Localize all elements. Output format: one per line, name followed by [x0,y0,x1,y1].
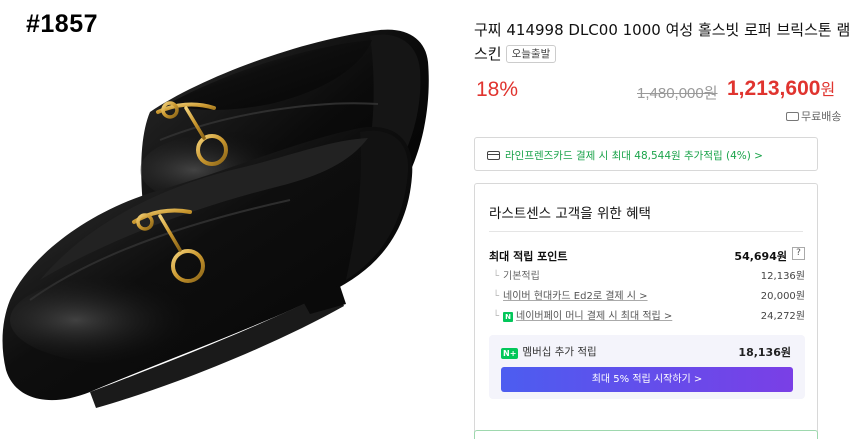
membership-box: N+ 멤버십 추가 적립 18,136원 최대 5% 적립 시작하기 > [489,335,805,399]
membership-value: 18,136원 [738,346,791,359]
product-image: #1857 [0,0,460,439]
start-membership-button[interactable]: 최대 5% 적립 시작하기 > [501,367,793,392]
tree-branch-icon: └ [493,311,500,322]
shipping-text: 무료배송 [801,110,842,123]
sale-price-value: 1,213,600 [727,77,821,100]
credit-card-icon [487,151,500,160]
points-row-value: 24,272원 [760,311,805,322]
truck-icon [786,112,799,121]
points-row-label: 기본적립 [503,271,540,282]
naver-plus-icon: N+ [501,348,519,359]
discount-rate: 18% [476,78,519,101]
loafer-shoes-image [2,29,429,408]
card-benefit-text: 라인프렌즈카드 결제 시 최대 48,544원 추가적립 (4%) > [505,150,763,162]
points-row-npay-money: └ N 네이버페이 머니 결제 시 최대 적립 > 24,272원 [493,307,805,322]
today-shipping-badge: 오늘출발 [505,45,557,63]
next-benefit-box [474,430,818,439]
shipping-info: 무료배송 [786,108,841,124]
product-info-panel: 구찌 414998 DLC00 1000 여성 홀스빗 로퍼 브릭스톤 램스킨 오… [474,0,860,439]
card-benefit-link[interactable]: 라인프렌즈카드 결제 시 최대 48,544원 추가적립 (4%) > [474,137,818,171]
membership-label-row: N+ 멤버십 추가 적립 [501,344,597,359]
points-row-hyundai-card: └ 네이버 현대카드 Ed2로 결제 시 > 20,000원 [493,287,805,302]
membership-label: 멤버십 추가 적립 [522,346,597,358]
help-icon[interactable]: ? [792,247,805,260]
points-row-value: 20,000원 [760,291,805,302]
tree-branch-icon: └ [493,271,500,282]
points-row-value: 12,136원 [760,271,805,282]
benefit-title: 라스트센스 고객을 위한 혜택 [489,206,651,222]
sale-price-unit: 원 [820,82,836,99]
npay-money-link[interactable]: 네이버페이 머니 결제 시 최대 적립 > [516,311,672,322]
hyundai-card-link[interactable]: 네이버 현대카드 Ed2로 결제 시 > [503,291,648,302]
product-id-label: #1857 [26,10,99,38]
product-title: 구찌 414998 DLC00 1000 여성 홀스빗 로퍼 브릭스톤 램스킨 오… [474,18,854,66]
npay-icon: N [503,312,514,322]
customer-benefit-box: 라스트센스 고객을 위한 혜택 최대 적립 포인트 54,694원 ? └ 기본적… [474,183,818,439]
sale-price: 1,213,600원 [727,76,835,101]
original-price: 1,480,000원 [637,85,718,102]
max-points-label: 최대 적립 포인트 [489,250,568,263]
tree-branch-icon: └ [493,291,500,302]
points-row-basic: └ 기본적립 12,136원 [493,267,805,282]
divider [489,231,803,232]
max-points-value: 54,694원 [734,250,787,263]
max-points-row: 최대 적립 포인트 54,694원 ? [489,247,805,264]
